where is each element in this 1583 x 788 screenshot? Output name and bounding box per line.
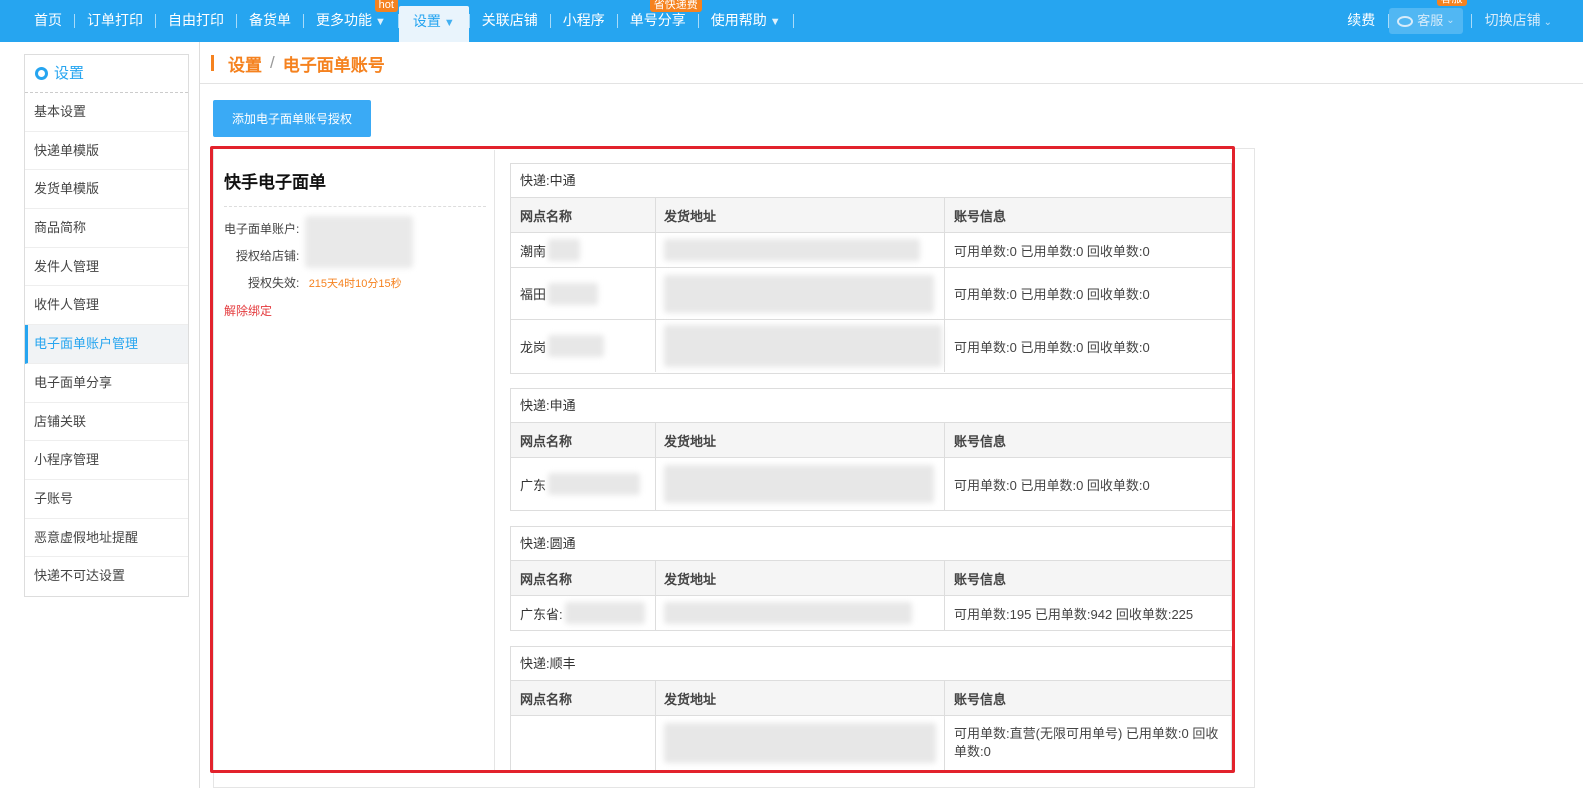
sidebar-item-waybill-share[interactable]: 电子面单分享 xyxy=(25,364,188,403)
sidebar-item-unreachable-settings[interactable]: 快递不可达设置 xyxy=(25,557,188,596)
nav-home-label: 首页 xyxy=(34,12,62,28)
sidebar-item-store-link[interactable]: 店铺关联 xyxy=(25,403,188,442)
headset-icon xyxy=(1397,15,1414,27)
nav-tracking-share-label: 单号分享 xyxy=(629,12,686,28)
nav-linked-stores-label: 关联店铺 xyxy=(481,12,538,28)
sidebar-item-fake-address-alert[interactable]: 恶意虚假地址提醒 xyxy=(25,519,188,558)
top-nav: 首页 订单打印 自由打印 备货单 更多功能 ▼ hot 设置 ▼ 关联店铺 小程序 … xyxy=(0,0,1583,42)
breadcrumb-root[interactable]: 设置 xyxy=(228,51,262,76)
add-waybill-account-button[interactable]: 添加电子面单账号授权 xyxy=(213,100,371,137)
nav-linked-stores[interactable]: 关联店铺 xyxy=(470,0,550,42)
sidebar-item-mini-program[interactable]: 小程序管理 xyxy=(25,441,188,480)
save-fee-badge: 省快递费 xyxy=(649,0,702,12)
nav-mini-program-label: 小程序 xyxy=(562,12,605,28)
renew-link[interactable]: 续费 xyxy=(1334,0,1388,42)
switch-store-menu[interactable]: 切换店铺 ⌄ xyxy=(1472,0,1565,42)
nav-home[interactable]: 首页 xyxy=(22,0,74,42)
service-badge: 客服 xyxy=(1436,0,1467,6)
nav-order-print[interactable]: 订单打印 xyxy=(75,0,155,42)
switch-store-label: 切换店铺 xyxy=(1484,12,1541,28)
nav-left: 首页 订单打印 自由打印 备货单 更多功能 ▼ hot 设置 ▼ 关联店铺 小程序 … xyxy=(22,0,794,42)
nav-tracking-share[interactable]: 单号分享 省快递费 xyxy=(618,0,702,42)
nav-help-label: 使用帮助 xyxy=(710,12,767,28)
nav-divider xyxy=(792,14,794,28)
header-divider xyxy=(200,83,1583,84)
nav-free-print[interactable]: 自由打印 xyxy=(156,0,236,42)
breadcrumb-separator: / xyxy=(270,53,275,72)
customer-service-label: 客服 xyxy=(1417,13,1444,28)
sidebar-item-sub-accounts[interactable]: 子账号 xyxy=(25,480,188,519)
nav-help[interactable]: 使用帮助 ▼ xyxy=(699,0,793,42)
hot-badge: hot xyxy=(374,0,398,12)
sidebar-item-recipient-management[interactable]: 收件人管理 xyxy=(25,286,188,326)
chevron-down-icon: ▼ xyxy=(769,16,781,28)
main-divider xyxy=(199,42,200,788)
sidebar-item-waybill-accounts[interactable]: 电子面单账户管理 xyxy=(25,325,188,364)
nav-settings[interactable]: 设置 ▼ xyxy=(398,6,469,42)
page-title: 电子面单账号 xyxy=(282,55,385,75)
chevron-down-icon: ▼ xyxy=(375,16,386,28)
nav-more-features-label: 更多功能 xyxy=(316,12,372,28)
sidebar-item-shipping-template[interactable]: 发货单模版 xyxy=(25,170,188,210)
nav-mini-program[interactable]: 小程序 xyxy=(551,0,617,42)
highlight-annotation xyxy=(210,146,1235,773)
sidebar-item-express-template[interactable]: 快递单模版 xyxy=(25,132,188,171)
breadcrumb-marker xyxy=(211,55,214,71)
sidebar-item-basic-settings[interactable]: 基本设置 xyxy=(25,93,188,132)
nav-more-features[interactable]: 更多功能 ▼ hot xyxy=(304,0,398,42)
nav-order-print-label: 订单打印 xyxy=(87,12,143,28)
customer-service-button[interactable]: 客服 ⌄ 客服 xyxy=(1389,0,1467,34)
sidebar-item-sender-management[interactable]: 发件人管理 xyxy=(25,248,188,287)
sidebar-item-product-alias[interactable]: 商品简称 xyxy=(25,209,188,248)
nav-stock-list-label: 备货单 xyxy=(249,12,291,28)
chevron-down-icon: ▼ xyxy=(443,17,455,29)
breadcrumb: 设置 / 电子面单账号 xyxy=(211,51,385,76)
chevron-down-icon: ⌄ xyxy=(1446,15,1455,26)
nav-stock-list[interactable]: 备货单 xyxy=(237,0,303,42)
nav-settings-label: 设置 xyxy=(412,13,441,29)
renew-label: 续费 xyxy=(1347,12,1376,28)
nav-right: 续费 客服 ⌄ 客服 切换店铺⌄ xyxy=(1334,0,1565,42)
sidebar-header: 设置 xyxy=(25,55,188,93)
chevron-down-icon: ⌄ xyxy=(1543,17,1552,28)
sidebar-title: 设置 xyxy=(54,64,85,82)
gear-icon xyxy=(35,67,48,80)
nav-free-print-label: 自由打印 xyxy=(168,12,224,28)
settings-sidebar: 设置 基本设置 快递单模版 发货单模版 商品简称 发件人管理 收件人管理 电子面… xyxy=(24,54,189,597)
